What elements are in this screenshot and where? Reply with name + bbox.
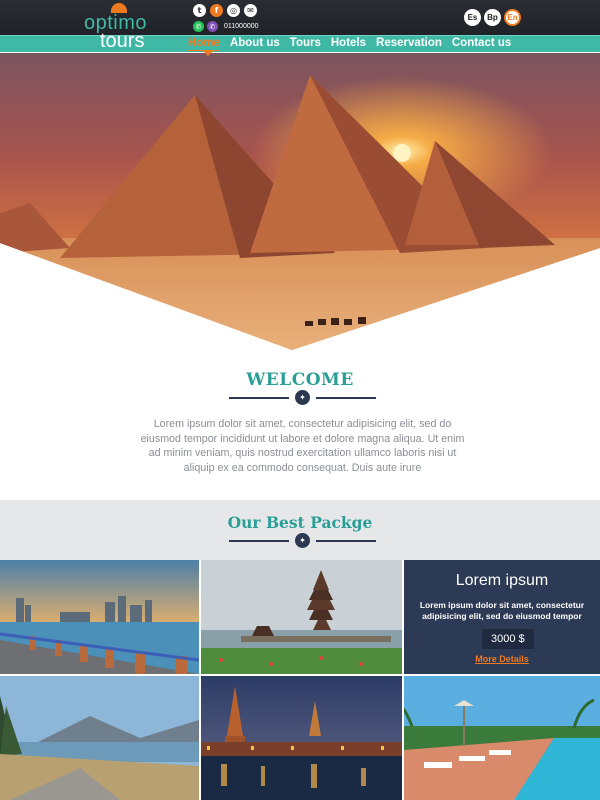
title-divider: ✦ [229, 533, 376, 548]
package-tile-resort-pool[interactable] [404, 676, 600, 800]
welcome-title: WELCOME [246, 370, 354, 390]
welcome-section: WELCOME ✦ Lorem ipsum dolor sit amet, co… [0, 350, 600, 500]
language-es[interactable]: Es [464, 9, 481, 26]
twitter-icon[interactable]: t [193, 4, 206, 17]
nav-home[interactable]: Home [188, 37, 220, 51]
nav-reservation[interactable]: Reservation [376, 37, 442, 51]
divider-line [316, 396, 376, 399]
packages-grid: Lorem ipsum Lorem ipsum dolor sit amet, … [0, 560, 600, 800]
mail-icon[interactable]: ✉ [244, 4, 257, 17]
instagram-icon[interactable]: ◎ [227, 4, 240, 17]
emblem-icon: ✦ [295, 533, 310, 548]
packages-title: Our Best Packge [227, 513, 373, 532]
promo-title: Lorem ipsum [455, 572, 549, 589]
nav-contact-us[interactable]: Contact us [452, 37, 511, 51]
site-logo[interactable]: optimo tours [84, 2, 164, 54]
language-en[interactable]: En [504, 9, 521, 26]
viber-icon[interactable]: ✆ [207, 21, 218, 32]
language-bp[interactable]: Bp [484, 9, 501, 26]
page: optimo tours t f ◎ ✉ ✆ ✆ 011000000 Es Bp… [0, 0, 600, 800]
promo-text: Lorem ipsum dolor sit amet, consectetur … [419, 600, 585, 621]
main-nav: Home About us Tours Hotels Reservation C… [188, 37, 511, 51]
hero-pyramids-image [0, 53, 600, 350]
active-nav-indicator [203, 51, 213, 56]
divider-line [316, 539, 376, 542]
divider-line [229, 539, 289, 542]
language-switcher: Es Bp En [464, 9, 521, 26]
package-tile-city-harbor[interactable] [0, 560, 199, 674]
facebook-icon[interactable]: f [210, 4, 223, 17]
emblem-icon: ✦ [295, 390, 310, 405]
promo-card: Lorem ipsum Lorem ipsum dolor sit amet, … [404, 560, 600, 674]
more-details-link[interactable]: More Details [404, 654, 600, 664]
package-tile-water-temple[interactable] [201, 560, 402, 674]
promo-price: 3000 $ [482, 629, 534, 649]
title-divider: ✦ [229, 390, 376, 405]
divider-line [229, 396, 289, 399]
contact-row: ✆ ✆ 011000000 [193, 21, 259, 32]
social-links: t f ◎ ✉ [193, 4, 257, 17]
phone-number[interactable]: 011000000 [224, 23, 259, 30]
package-tile-night-kremlin[interactable] [201, 676, 402, 800]
nav-hotels[interactable]: Hotels [331, 37, 366, 51]
welcome-text: Lorem ipsum dolor sit amet, consectetur … [140, 418, 465, 474]
package-tile-lake-mountains[interactable] [0, 676, 199, 800]
whatsapp-icon[interactable]: ✆ [193, 21, 204, 32]
logo-text-line2: tours [100, 30, 145, 52]
packages-header: Our Best Packge ✦ [0, 500, 600, 560]
nav-about-us[interactable]: About us [230, 37, 280, 51]
nav-tours[interactable]: Tours [290, 37, 321, 51]
